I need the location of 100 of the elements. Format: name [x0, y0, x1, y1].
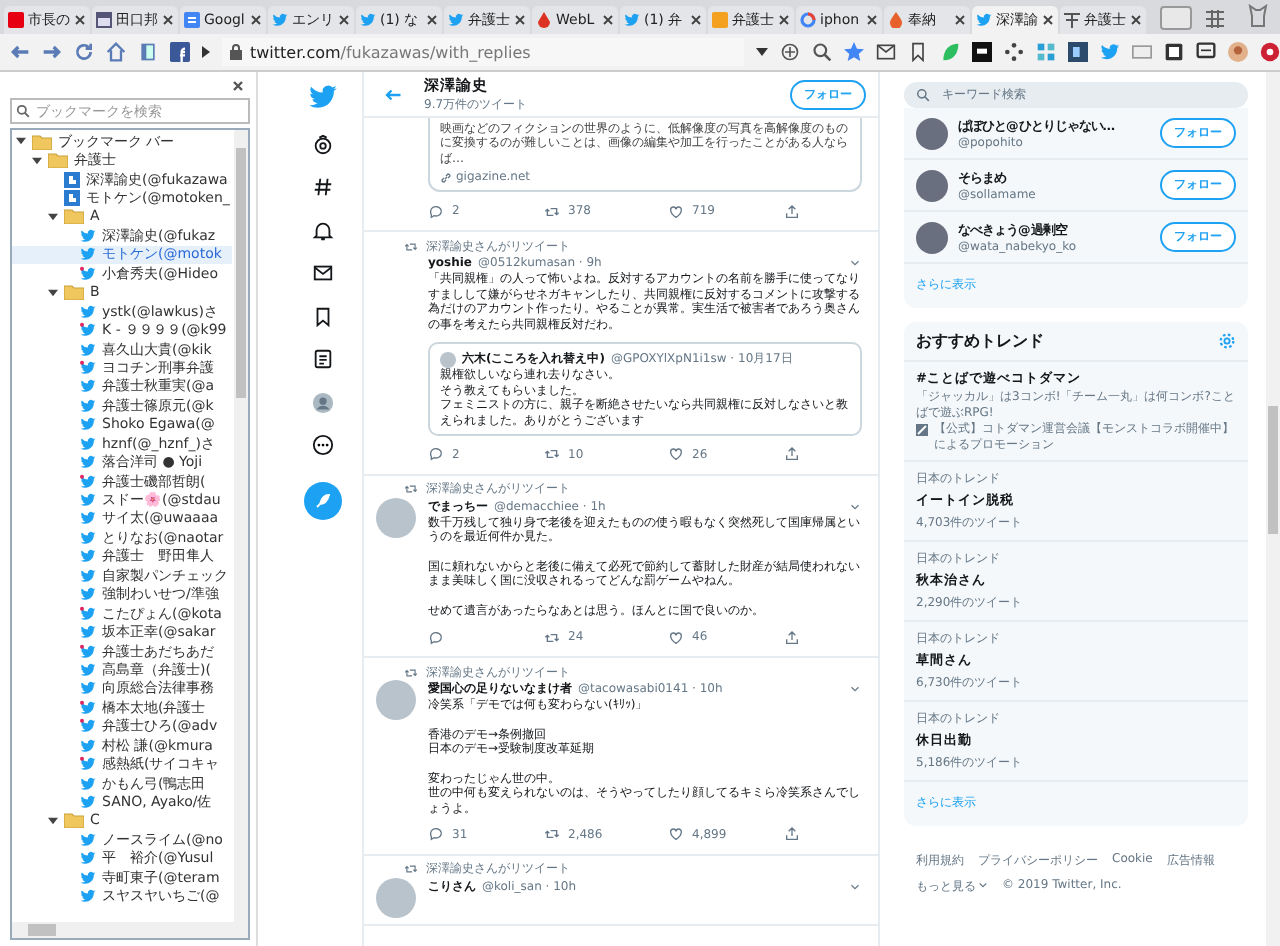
back-arrow-icon[interactable] [10, 42, 30, 62]
caret-icon[interactable] [848, 682, 862, 697]
avatar [916, 221, 948, 253]
bell-icon[interactable] [311, 219, 333, 241]
plus-circle-icon[interactable] [780, 42, 800, 62]
zoom-icon[interactable] [812, 42, 832, 62]
arrow-icon[interactable] [48, 211, 58, 222]
address-bar[interactable]: twitter.com/fukazawas/with_replies [222, 38, 744, 66]
close-icon[interactable] [866, 14, 878, 26]
avatar [916, 117, 948, 149]
back-arrow-icon[interactable] [384, 85, 402, 103]
dropdown-icon[interactable] [756, 48, 768, 56]
close-icon[interactable] [162, 14, 174, 26]
list-icon[interactable] [311, 348, 333, 370]
bird-icon [448, 12, 464, 28]
retweet-icon[interactable] [544, 826, 560, 843]
folder-icon [64, 208, 84, 225]
avatar-icon[interactable] [311, 391, 333, 413]
promoted-icon [916, 424, 928, 436]
bird-icon[interactable] [307, 82, 337, 112]
speech-bubble-icon[interactable] [428, 826, 444, 843]
reload-icon[interactable] [74, 42, 94, 62]
share-icon[interactable] [784, 203, 800, 220]
envelope-icon[interactable] [876, 42, 896, 62]
drop-icon [536, 12, 552, 28]
circle-icon[interactable] [1260, 42, 1280, 62]
bird-icon [976, 12, 992, 28]
heart-icon[interactable] [668, 446, 684, 463]
chat-icon[interactable] [1196, 42, 1216, 62]
close-icon[interactable] [74, 14, 86, 26]
retweet-icon[interactable] [544, 629, 560, 646]
share-icon[interactable] [784, 629, 800, 646]
lock-icon [230, 44, 242, 60]
close-icon[interactable] [232, 79, 244, 91]
dots-icon[interactable] [1004, 42, 1024, 62]
hashtag-icon[interactable] [311, 176, 333, 198]
caret-icon[interactable] [848, 879, 862, 894]
settings-icon[interactable] [1218, 332, 1236, 350]
trends-title: おすすめトレンド [916, 330, 1044, 352]
close-icon[interactable] [690, 14, 702, 26]
square-icon [8, 12, 24, 28]
close-icon[interactable] [1042, 14, 1054, 26]
close-icon[interactable] [250, 14, 262, 26]
share-icon[interactable] [784, 826, 800, 843]
avatar-icon[interactable] [1228, 42, 1248, 62]
share-icon[interactable] [784, 446, 800, 463]
link-icon [440, 171, 452, 184]
folder-icon [64, 284, 84, 301]
arrow-icon[interactable] [48, 287, 58, 298]
close-icon[interactable] [1130, 14, 1142, 26]
caret-icon[interactable] [848, 499, 862, 514]
bookmark-icon[interactable] [311, 305, 333, 327]
flame-icon [888, 12, 904, 28]
more-icon[interactable] [311, 434, 333, 456]
speech-bubble-icon[interactable] [428, 629, 444, 646]
close-icon[interactable] [338, 14, 350, 26]
square-icon[interactable] [972, 42, 992, 62]
speech-bubble-icon[interactable] [428, 203, 444, 220]
tile-icon[interactable] [170, 42, 190, 62]
window-icon [96, 12, 112, 28]
arrow-icon[interactable] [16, 136, 26, 147]
new-tab-button[interactable] [1160, 6, 1192, 30]
caret-icon[interactable] [978, 880, 988, 890]
compose-button[interactable] [303, 481, 341, 519]
retweet-icon[interactable] [544, 446, 560, 463]
ring-icon [800, 12, 816, 28]
feather-icon [313, 491, 331, 509]
folder-icon [64, 812, 84, 829]
close-icon[interactable] [954, 14, 966, 26]
retweet-icon [404, 862, 418, 877]
bird-icon [624, 12, 640, 28]
caret-icon[interactable] [848, 256, 862, 271]
bookmark-icon[interactable] [908, 42, 928, 62]
speech-bubble-icon[interactable] [428, 446, 444, 463]
close-icon[interactable] [602, 14, 614, 26]
mail-icon[interactable] [311, 262, 333, 284]
close-icon[interactable] [514, 14, 526, 26]
box-icon[interactable] [1132, 42, 1152, 62]
arrow-icon[interactable] [48, 815, 58, 826]
squares-icon[interactable] [1036, 42, 1056, 62]
chevron-icon[interactable] [202, 46, 210, 58]
arrow-icon[interactable] [32, 155, 42, 166]
heart-icon[interactable] [668, 826, 684, 843]
square-icon[interactable] [1164, 42, 1184, 62]
heart-icon[interactable] [668, 629, 684, 646]
close-icon[interactable] [778, 14, 790, 26]
profile-icon[interactable] [1248, 4, 1268, 28]
document-icon [184, 12, 200, 28]
retweet-icon[interactable] [544, 203, 560, 220]
heart-icon[interactable] [668, 203, 684, 220]
retweet-icon [404, 239, 418, 254]
bird-icon [272, 12, 288, 28]
star-icon[interactable] [844, 42, 864, 62]
grid-icon[interactable] [1206, 10, 1224, 28]
bird-icon[interactable] [1100, 42, 1120, 62]
close-icon[interactable] [426, 14, 438, 26]
avatar [916, 169, 948, 201]
book-icon[interactable] [138, 42, 158, 62]
forward-arrow-icon[interactable] [42, 42, 62, 62]
list-icon [1064, 12, 1080, 28]
